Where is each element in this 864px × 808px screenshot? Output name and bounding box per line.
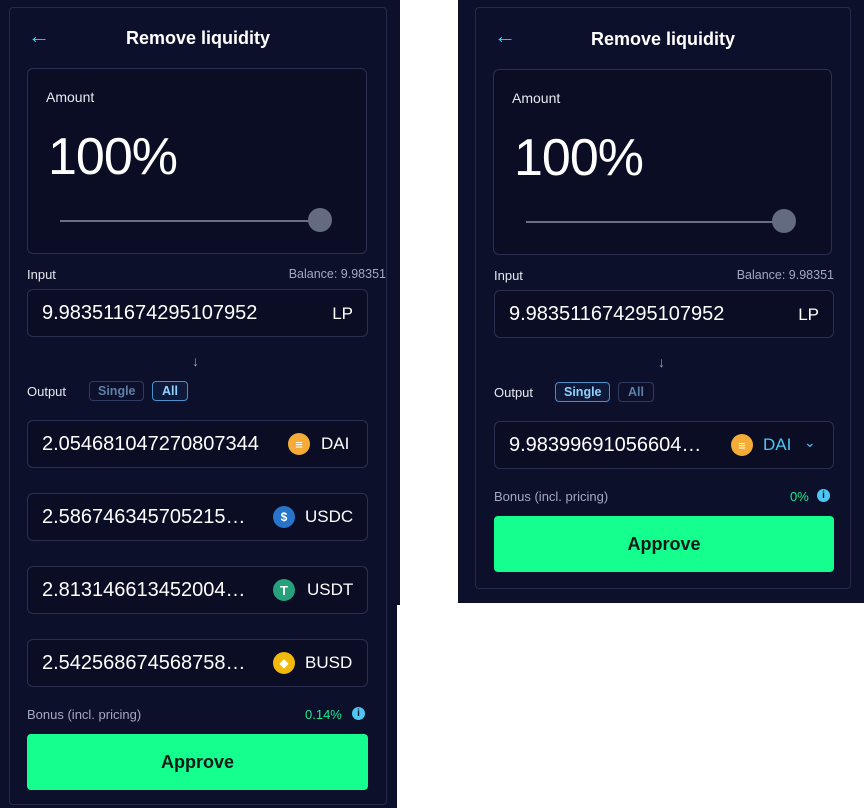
output-value: 2.586746345705215…	[42, 506, 246, 528]
output-row-usdc: 2.586746345705215… $ USDC	[27, 493, 368, 541]
dai-icon: ≡	[731, 434, 753, 456]
output-value: 2.542568674568758…	[42, 652, 246, 674]
amount-slider-handle[interactable]	[308, 208, 332, 232]
output-row-usdt: 2.813146613452004… T USDT	[27, 566, 368, 614]
output-value: 2.054681047270807344	[42, 433, 259, 455]
divider	[397, 0, 400, 605]
input-label: Input	[494, 268, 523, 283]
remove-liquidity-panel-single: ← Remove liquidity Amount 100% Input Bal…	[475, 7, 851, 589]
balance-text: Balance: 9.98351	[736, 268, 834, 282]
dai-icon: ≡	[288, 433, 310, 455]
lp-suffix: LP	[798, 305, 819, 324]
output-symbol: BUSD	[305, 653, 353, 672]
chevron-down-icon[interactable]: ⌄	[804, 434, 816, 451]
lp-suffix: LP	[332, 304, 353, 323]
amount-card: Amount 100%	[493, 69, 832, 255]
remove-liquidity-panel-all: ← Remove liquidity Amount 100% Input Bal…	[9, 7, 387, 805]
approve-button[interactable]: Approve	[27, 734, 368, 790]
approve-button[interactable]: Approve	[494, 516, 834, 572]
info-icon[interactable]: i	[352, 707, 365, 720]
output-value: 9.98399691056604…	[509, 434, 702, 456]
lp-input-value[interactable]: 9.983511674295107952	[509, 303, 779, 326]
amount-slider-handle[interactable]	[772, 209, 796, 233]
usdc-icon: $	[273, 506, 295, 528]
lp-input-field[interactable]: 9.983511674295107952 LP	[494, 290, 834, 338]
amount-card: Amount 100%	[27, 68, 367, 254]
output-label: Output	[494, 385, 534, 400]
bonus-label: Bonus (incl. pricing)	[494, 489, 609, 504]
toggle-all[interactable]: All	[618, 382, 654, 402]
page-title: Remove liquidity	[125, 28, 271, 48]
amount-slider-track[interactable]	[60, 220, 322, 222]
amount-value: 100%	[514, 129, 644, 187]
output-symbol: USDT	[307, 580, 354, 599]
output-symbol: DAI	[321, 434, 350, 453]
output-value: 2.813146613452004…	[42, 579, 246, 601]
balance-text: Balance: 9.98351	[288, 267, 386, 281]
toggle-single[interactable]: Single	[555, 382, 610, 402]
down-arrow-icon: ↓	[192, 353, 199, 369]
amount-slider-track[interactable]	[526, 221, 786, 223]
page-title: Remove liquidity	[590, 29, 736, 49]
output-symbol: USDC	[305, 507, 354, 526]
bonus-value: 0%	[790, 489, 809, 504]
amount-label: Amount	[46, 89, 95, 105]
input-label: Input	[27, 267, 56, 282]
amount-value: 100%	[48, 128, 178, 186]
output-token-select[interactable]: 9.98399691056604… ≡ DAI ⌄	[494, 421, 834, 469]
lp-input-field[interactable]: 9.983511674295107952 LP	[27, 289, 368, 337]
output-row-busd: 2.542568674568758… ◆ BUSD	[27, 639, 368, 687]
bonus-value: 0.14%	[305, 707, 342, 722]
bonus-label: Bonus (incl. pricing)	[27, 707, 142, 722]
usdt-icon: T	[273, 579, 295, 601]
toggle-all[interactable]: All	[152, 381, 188, 401]
lp-input-value[interactable]: 9.983511674295107952	[42, 302, 312, 325]
output-symbol: DAI	[763, 435, 792, 454]
busd-icon: ◆	[273, 652, 295, 674]
output-row-dai: 2.054681047270807344 ≡ DAI	[27, 420, 368, 468]
info-icon[interactable]: i	[817, 489, 830, 502]
amount-label: Amount	[512, 90, 561, 106]
toggle-single[interactable]: Single	[89, 381, 144, 401]
output-label: Output	[27, 384, 67, 399]
down-arrow-icon: ↓	[658, 354, 665, 370]
